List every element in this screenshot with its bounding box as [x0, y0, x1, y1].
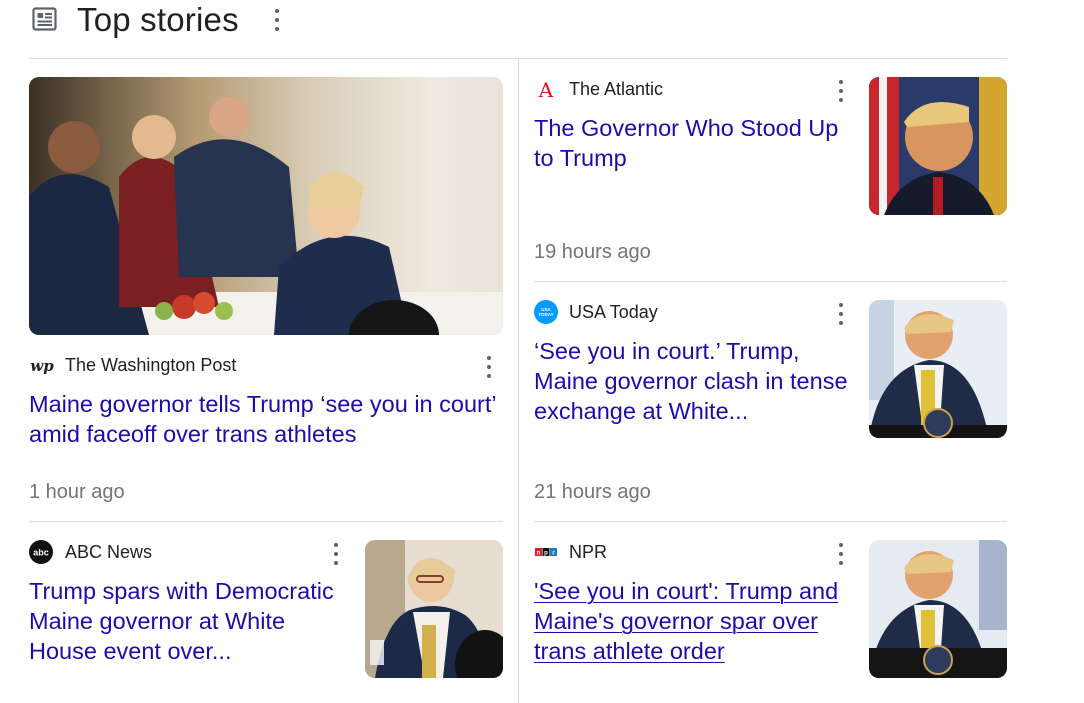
story-source: ABC News — [65, 542, 153, 562]
the-atlantic-logo: A — [534, 77, 558, 102]
column-divider — [518, 59, 519, 703]
story-more-options-icon[interactable] — [837, 303, 845, 325]
story-divider — [534, 521, 1007, 522]
section-title: Top stories — [77, 1, 239, 38]
story-source: NPR — [569, 542, 608, 562]
story-divider — [534, 281, 1007, 282]
story-more-options-icon[interactable] — [485, 356, 493, 378]
svg-text:n: n — [537, 551, 541, 557]
story-more-options-icon[interactable] — [837, 543, 845, 565]
story-headline[interactable]: ‘See you in court.’ Trump, Maine governo… — [534, 336, 856, 426]
washington-post-logo: wp — [29, 353, 55, 379]
abc-news-logo: abc — [29, 540, 53, 564]
story-divider — [29, 521, 503, 522]
story-headline[interactable]: 'See you in court': Trump and Maine's go… — [534, 576, 856, 666]
story-source: The Atlantic — [569, 79, 664, 99]
section-more-options-icon[interactable] — [273, 9, 281, 31]
story-image-usa-today[interactable] — [869, 300, 1007, 438]
story-more-options-icon[interactable] — [332, 543, 340, 565]
svg-text:A: A — [538, 78, 554, 101]
svg-text:p: p — [544, 551, 548, 557]
story-source: The Washington Post — [65, 355, 237, 375]
story-image-the-atlantic[interactable] — [869, 77, 1007, 215]
story-source: USA Today — [569, 302, 658, 322]
story-headline[interactable]: The Governor Who Stood Up to Trump — [534, 113, 856, 173]
story-time: 21 hours ago — [534, 481, 651, 503]
story-image-npr[interactable] — [869, 540, 1007, 678]
story-headline[interactable]: Trump spars with Democratic Maine govern… — [29, 576, 354, 666]
npr-logo: n p r — [534, 540, 558, 564]
story-time: 1 hour ago — [29, 481, 125, 503]
news-icon — [32, 7, 57, 31]
story-more-options-icon[interactable] — [837, 80, 845, 102]
story-headline[interactable]: Maine governor tells Trump ‘see you in c… — [29, 389, 499, 449]
story-time: 19 hours ago — [534, 241, 651, 263]
usa-today-logo: USA TODAY — [534, 300, 558, 324]
svg-text:wp: wp — [30, 357, 54, 375]
story-image-abc-news[interactable] — [365, 540, 503, 678]
svg-text:abc: abc — [33, 548, 49, 558]
svg-text:TODAY: TODAY — [538, 312, 553, 317]
story-image-washington-post[interactable] — [29, 77, 503, 335]
